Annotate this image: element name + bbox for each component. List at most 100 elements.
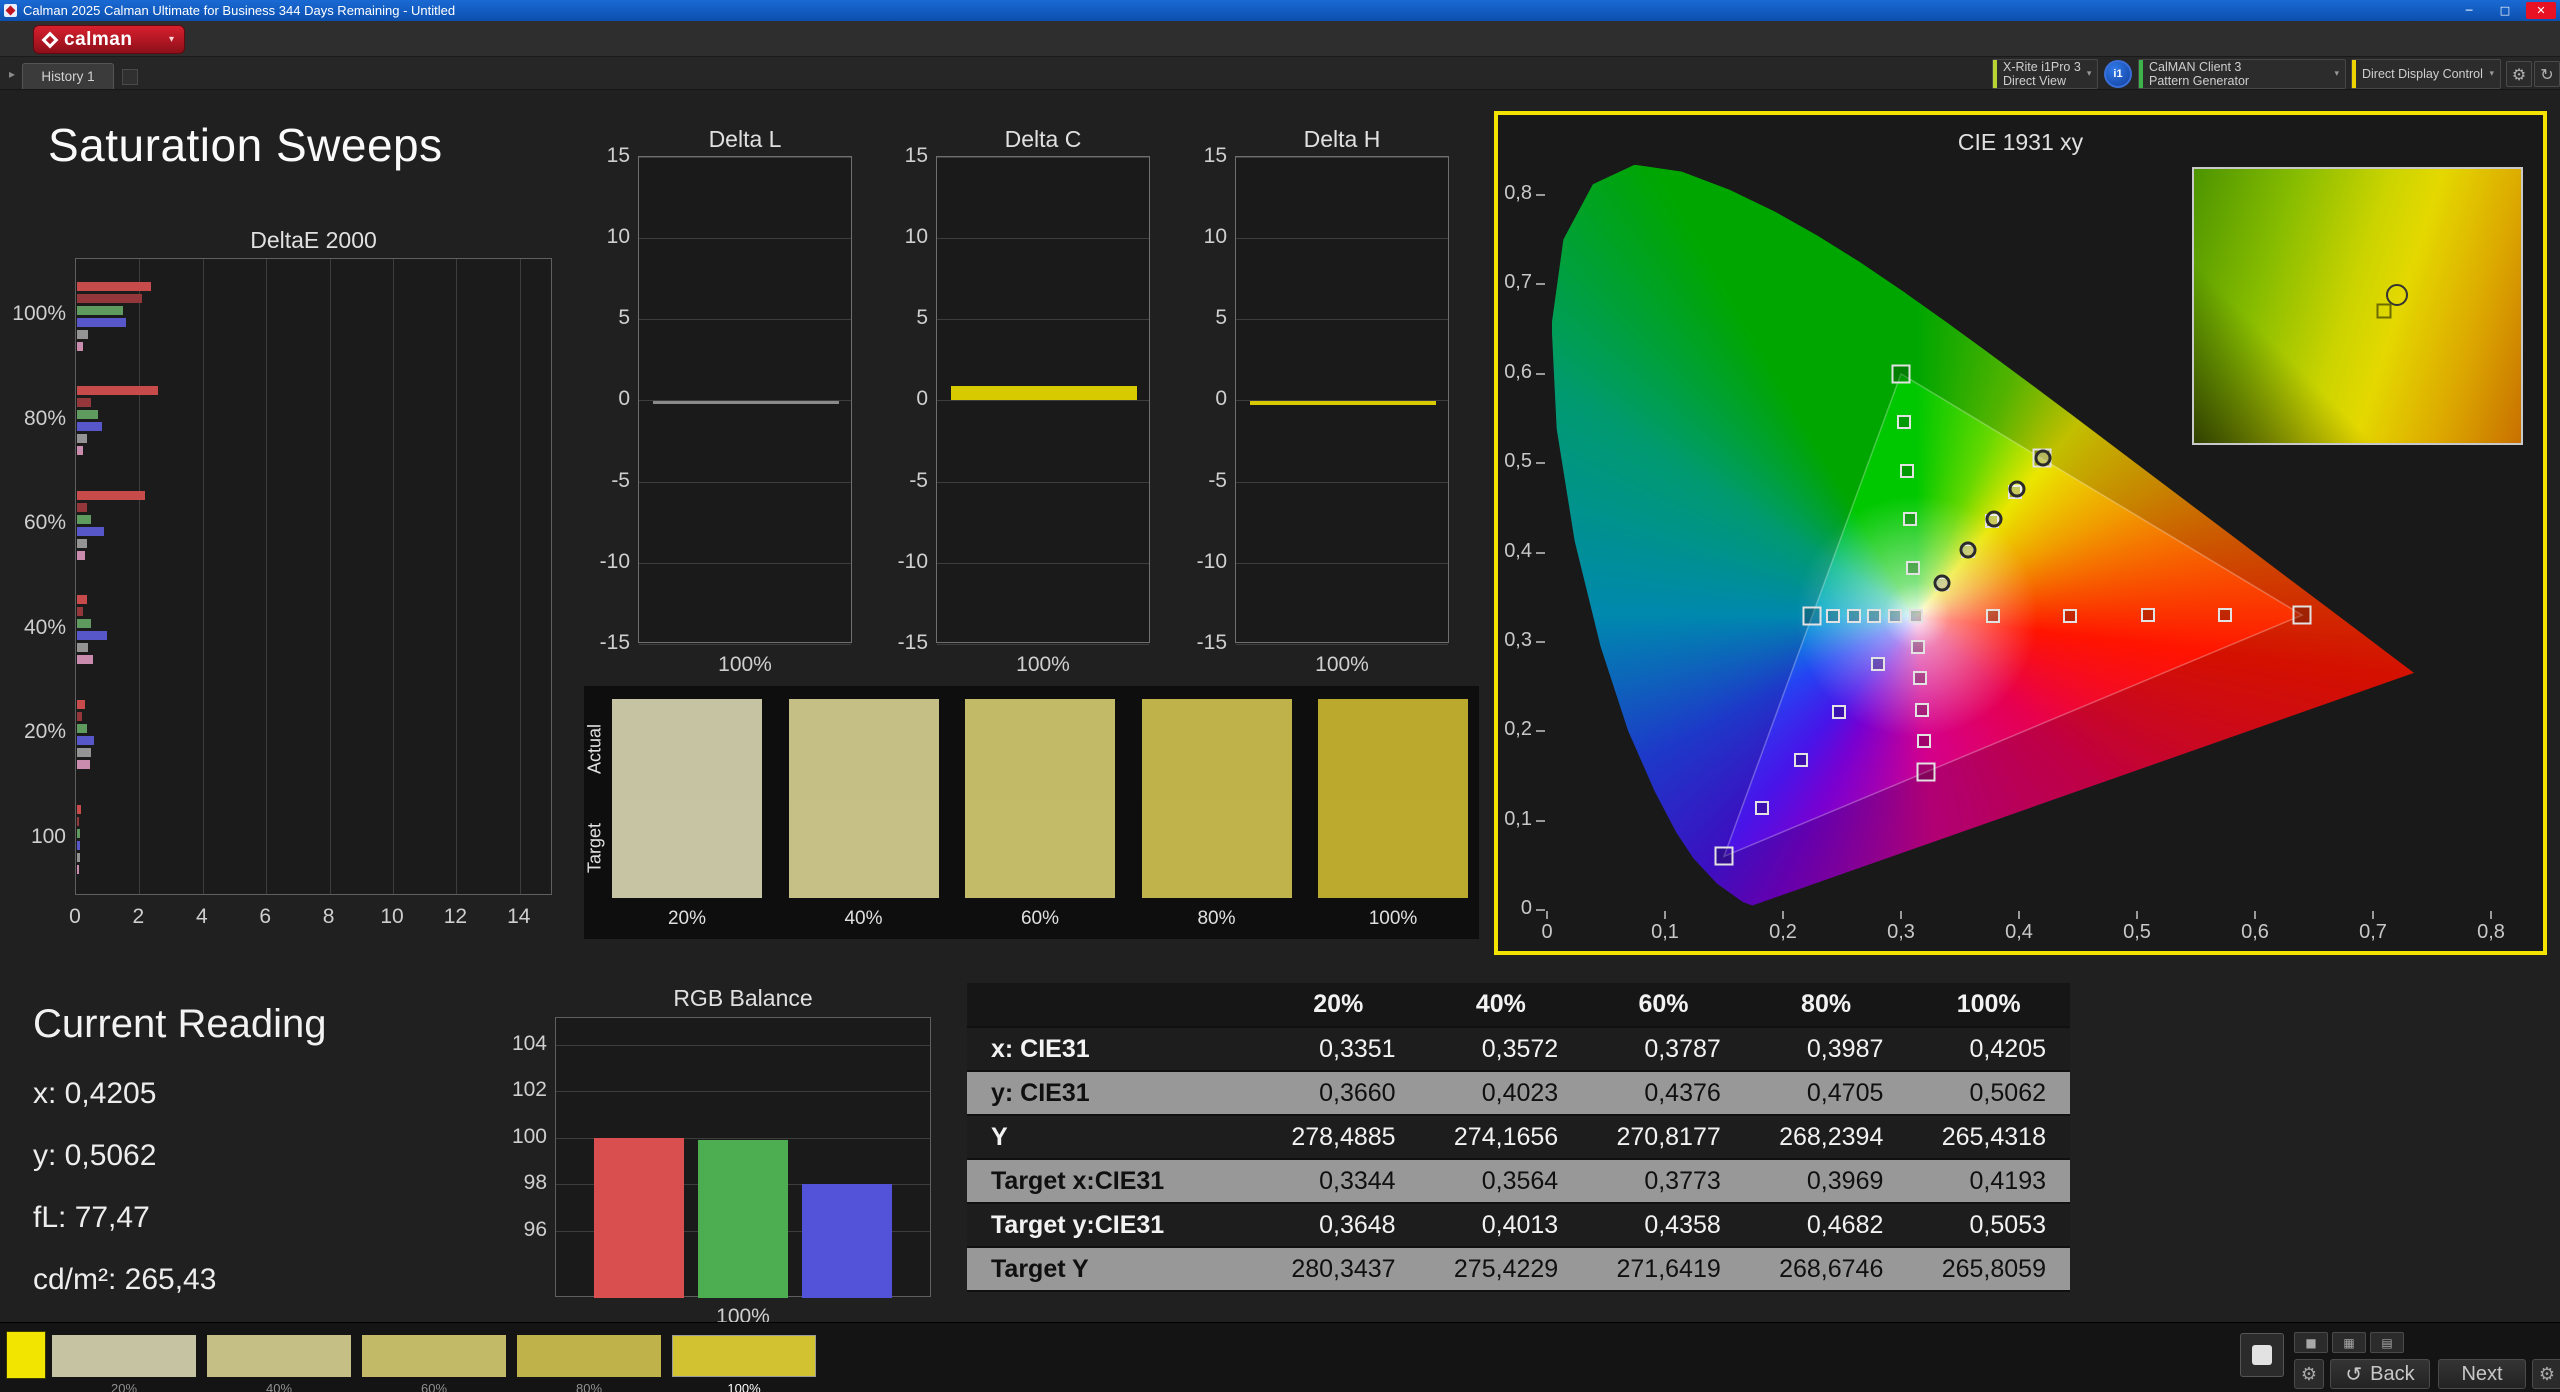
rgb-bar-blue xyxy=(802,1184,892,1298)
cie-target-marker xyxy=(1917,734,1931,748)
deltae-gridline xyxy=(330,259,331,894)
deltae-y-tick-label: 100 xyxy=(10,825,66,849)
delta-x-label: 100% xyxy=(1235,653,1449,677)
cie-target-marker xyxy=(1892,364,1911,383)
source-select-button[interactable]: CalMAN Client 3 Pattern Generator ▾ xyxy=(2138,59,2346,89)
target-swatch xyxy=(965,799,1115,898)
cie-target-marker xyxy=(2141,608,2155,622)
pattern-level-button[interactable]: 20% xyxy=(52,1335,196,1392)
pattern-window-icon xyxy=(2252,1345,2272,1365)
table-value-cell: 0,3344 xyxy=(1257,1159,1420,1203)
table-value-cell: 0,3987 xyxy=(1745,1027,1908,1071)
delta-y-tick-label: 10 xyxy=(890,225,928,249)
deltae-bar xyxy=(77,736,94,745)
next-options-button[interactable]: ⚙ xyxy=(2532,1359,2560,1389)
table-value-cell: 274,1656 xyxy=(1420,1115,1583,1159)
report-icon: ▤ xyxy=(2381,1336,2392,1350)
delta-gridline xyxy=(1236,157,1448,158)
delta-y-tick-label: -15 xyxy=(890,631,928,655)
swatch-percent-label: 60% xyxy=(965,908,1115,930)
minimize-button[interactable]: ─ xyxy=(2454,2,2484,19)
back-options-button[interactable]: ⚙ xyxy=(2294,1359,2324,1389)
delta-gridline xyxy=(639,157,851,158)
pattern-level-button[interactable]: 40% xyxy=(207,1335,351,1392)
deltae-bar xyxy=(77,318,126,327)
deltae-bar xyxy=(77,551,85,560)
deltae-x-tick-label: 14 xyxy=(495,905,543,929)
cie-y-tick-label: 0,4 xyxy=(1498,540,1532,563)
table-header-cell: 100% xyxy=(1907,983,2070,1027)
next-button[interactable]: Next xyxy=(2438,1359,2526,1389)
deltae-chart-title: DeltaE 2000 xyxy=(75,227,552,254)
cie-x-tick-label: 0,1 xyxy=(1641,921,1689,944)
display-window-button[interactable]: ▦ xyxy=(2332,1332,2366,1353)
display-control-button[interactable]: Direct Display Control ▾ xyxy=(2351,59,2501,89)
table-row: Y278,4885274,1656270,8177268,2394265,431… xyxy=(967,1115,2070,1159)
maximize-button[interactable]: □ xyxy=(2490,2,2520,19)
display-control-label: Direct Display Control xyxy=(2362,67,2483,81)
cie-measured-marker xyxy=(1934,574,1951,591)
delta-y-tick-label: 15 xyxy=(592,144,630,168)
delta-y-tick-label: 15 xyxy=(1189,144,1227,168)
deltae-bar xyxy=(77,386,158,395)
display-icon: ▦ xyxy=(2343,1336,2354,1350)
table-value-cell: 0,4205 xyxy=(1907,1027,2070,1071)
rgb-plot-area xyxy=(555,1017,931,1297)
deltae-bar xyxy=(77,619,91,628)
table-value-cell: 265,4318 xyxy=(1907,1115,2070,1159)
source-label: CalMAN Client 3 Pattern Generator xyxy=(2149,60,2328,88)
meter-label: X-Rite i1Pro 3 Direct View xyxy=(2003,60,2081,88)
refresh-button[interactable]: ↻ xyxy=(2534,61,2560,87)
tab-scroll-button[interactable]: ▸ xyxy=(4,63,20,85)
pattern-level-button[interactable]: 100% xyxy=(672,1335,816,1392)
cie-target-marker xyxy=(1903,512,1917,526)
cie-y-tick xyxy=(1536,462,1545,464)
rgb-balance-chart: RGB Balance 100% 1041021009896 xyxy=(507,985,957,1325)
delta-y-tick-label: -5 xyxy=(592,469,630,493)
cie-target-marker xyxy=(1909,609,1923,623)
deltae-bar xyxy=(77,724,87,733)
delta-gridline xyxy=(1236,644,1448,645)
cie-y-tick xyxy=(1536,373,1545,375)
source-status-indicator xyxy=(2139,60,2143,88)
table-value-cell: 270,8177 xyxy=(1582,1115,1745,1159)
settings-gear-button[interactable]: ⚙ xyxy=(2506,61,2532,87)
close-button[interactable]: ✕ xyxy=(2526,2,2556,19)
cie-measured-marker xyxy=(2035,449,2052,466)
deltae-y-tick-label: 100% xyxy=(10,302,66,326)
pattern-level-button[interactable]: 60% xyxy=(362,1335,506,1392)
tab-overflow-button[interactable] xyxy=(122,69,138,85)
pattern-level-button[interactable]: 80% xyxy=(517,1335,661,1392)
cie-x-tick-label: 0,7 xyxy=(2349,921,2397,944)
target-row-label: Target xyxy=(582,798,608,898)
deltae-bar xyxy=(77,655,93,664)
meter-status-indicator xyxy=(1993,60,1997,88)
cie-x-tick xyxy=(2254,911,2256,919)
deltae-bar xyxy=(77,330,88,339)
deltae-bar xyxy=(77,342,83,351)
cie-target-marker xyxy=(1900,464,1914,478)
record-button[interactable]: ■ xyxy=(2294,1332,2328,1353)
back-button[interactable]: ↺ Back xyxy=(2330,1359,2430,1389)
pattern-window-button[interactable] xyxy=(2240,1333,2284,1377)
deltae-x-tick-label: 10 xyxy=(368,905,416,929)
deltae-bar xyxy=(77,829,80,838)
tab-history-1[interactable]: History 1 xyxy=(22,63,114,89)
table-value-cell: 0,4705 xyxy=(1745,1071,1908,1115)
deltae-bar xyxy=(77,631,107,640)
gear-icon: ⚙ xyxy=(2512,65,2526,84)
cie-y-tick-label: 0,8 xyxy=(1498,182,1532,205)
reading-fl: fL: 77,47 xyxy=(33,1187,327,1249)
calman-menu-button[interactable]: calman ▾ xyxy=(33,25,185,54)
deltae-bar xyxy=(77,410,98,419)
delta-gridline xyxy=(1236,563,1448,564)
deltae-bar xyxy=(77,282,151,291)
meter-select-button[interactable]: X-Rite i1Pro 3 Direct View ▾ xyxy=(1992,59,2098,89)
tab-bar: ▸ History 1 X-Rite i1Pro 3 Direct View ▾… xyxy=(0,57,2560,90)
delta-y-tick-label: 5 xyxy=(592,306,630,330)
table-value-cell: 271,6419 xyxy=(1582,1247,1745,1291)
deltae-gridline xyxy=(520,259,521,894)
actual-target-swatch-panel: Actual Target 20%40%60%80%100% xyxy=(584,686,1479,939)
report-button[interactable]: ▤ xyxy=(2370,1332,2404,1353)
deltae-x-tick-label: 6 xyxy=(241,905,289,929)
